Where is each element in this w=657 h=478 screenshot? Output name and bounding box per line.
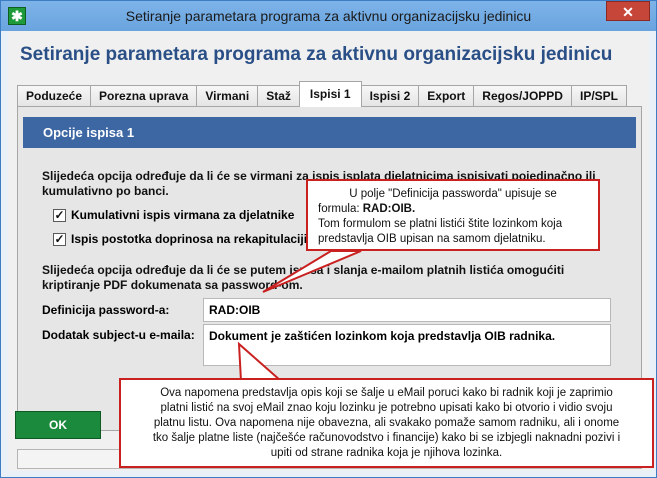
callout-line: platni listić na svoj eMail znao koju lo…	[160, 402, 613, 414]
subject-label: Dodatak subject-u e-maila:	[42, 328, 195, 342]
email-subject-input[interactable]: Dokument je zaštićen lozinkom koja preds…	[203, 324, 611, 366]
callout-line: upiti od strane radnika koja je njihova …	[270, 447, 503, 459]
tab-porezna-uprava[interactable]: Porezna uprava	[90, 85, 198, 107]
callout-line: formula: RAD:OIB.	[318, 202, 588, 217]
ok-button[interactable]: OK	[15, 411, 101, 439]
callout-line: Tom formulom se platni listići štite loz…	[318, 218, 563, 230]
callout-text: formula:	[318, 203, 363, 215]
close-button[interactable]: ✕	[606, 1, 650, 21]
tab-virmani[interactable]: Virmani	[196, 85, 259, 107]
callout-line: tko šalje platne liste (najčešće računov…	[152, 432, 621, 444]
window-title: Setiranje parametara programa za aktivnu…	[125, 8, 532, 24]
option-description-password: Slijedeća opcija određuje da li će se pu…	[42, 263, 564, 293]
title-bar[interactable]: ✱ Setiranje parametara programa za aktiv…	[1, 1, 656, 31]
checkbox-label: Kumulativni ispis virmana za djelatnike	[71, 208, 295, 222]
tab-export[interactable]: Export	[418, 85, 475, 107]
password-label: Definicija password-a:	[42, 303, 170, 317]
callout-line: predstavlja OIB upisan na samom djelatni…	[318, 233, 546, 245]
page-title: Setiranje parametara programa za aktivnu…	[20, 44, 613, 65]
callout-formula: RAD:OIB.	[362, 203, 416, 215]
callout-subject-info: Ova napomena predstavlja opis koji se ša…	[119, 378, 654, 468]
callout-line: platnu listu. Ova napomena nije obavezna…	[153, 417, 620, 429]
checkbox-ispis-postotka[interactable]: ✓ Ispis postotka doprinosa na rekapitula…	[53, 232, 307, 246]
section-header: Opcije ispisa 1	[23, 117, 636, 148]
option-description-line: kriptiranje PDF dokumenata sa password-o…	[42, 278, 303, 292]
checkbox-box[interactable]: ✓	[53, 232, 66, 246]
tab-ispisi-2[interactable]: Ispisi 2	[360, 85, 420, 107]
tab-poduzece[interactable]: Poduzeće	[17, 85, 92, 107]
checkbox-label: Ispis postotka doprinosa na rekapitulaci…	[71, 232, 308, 246]
tab-ip-spl[interactable]: IP/SPL	[570, 85, 627, 107]
app-window: ✱ Setiranje parametara programa za aktiv…	[0, 0, 657, 478]
tab-ispisi-1[interactable]: Ispisi 1	[298, 81, 362, 107]
tab-regos-joppd[interactable]: Regos/JOPPD	[473, 85, 572, 107]
password-definition-input[interactable]: RAD:OIB	[203, 298, 611, 322]
tab-bar: Poduzeće Porezna uprava Virmani Staž Isp…	[17, 81, 627, 107]
tab-staz[interactable]: Staž	[257, 85, 300, 107]
callout-line: U polje "Definicija passworda" upisuje s…	[349, 188, 557, 200]
option-description-line: Slijedeća opcija određuje da li će se pu…	[42, 263, 565, 277]
callout-password-info: U polje "Definicija passworda" upisuje s…	[306, 179, 600, 251]
checkbox-kumulativni-ispis[interactable]: ✓ Kumulativni ispis virmana za djelatnik…	[53, 208, 294, 222]
callout-line: Ova napomena predstavlja opis koji se ša…	[160, 387, 613, 399]
checkbox-box[interactable]: ✓	[53, 208, 66, 222]
